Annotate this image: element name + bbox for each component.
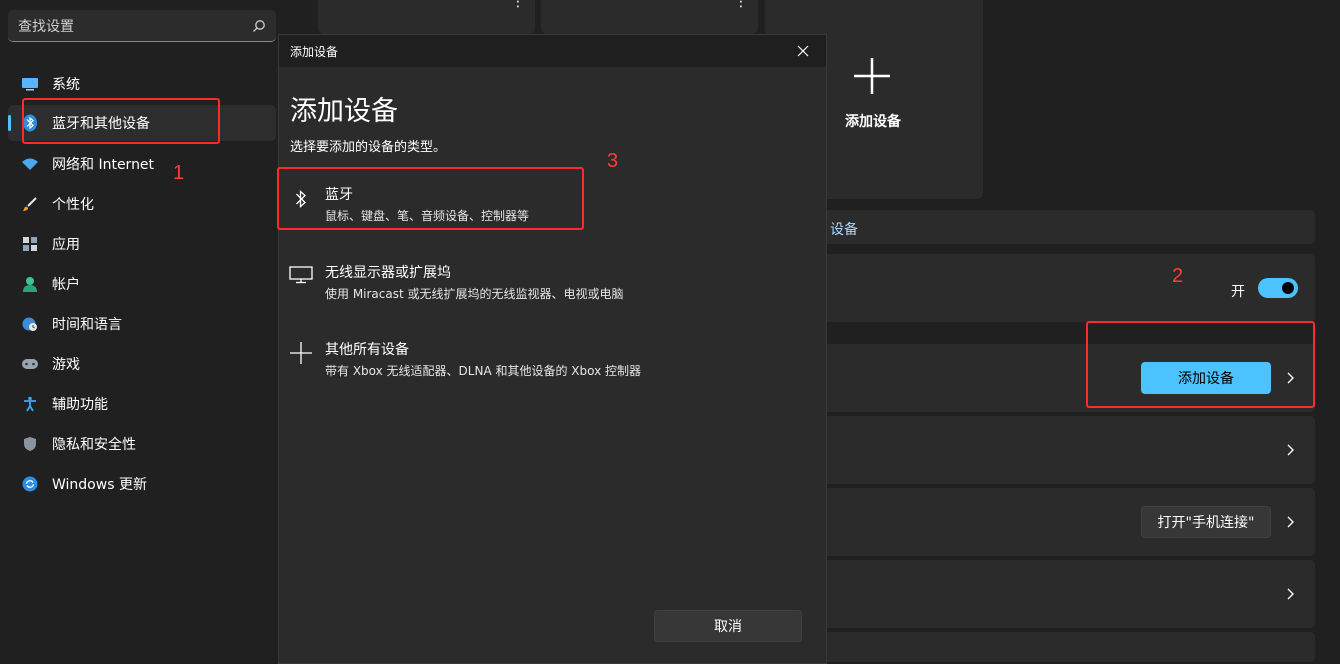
phone-link-row[interactable]: 打开"手机连接" bbox=[790, 488, 1315, 556]
dialog-window-title: 添加设备 bbox=[290, 45, 339, 59]
sidebar-item-label: 隐私和安全性 bbox=[52, 437, 136, 453]
search-input[interactable]: 查找设置 bbox=[18, 16, 252, 36]
sidebar-item-label: 应用 bbox=[52, 237, 80, 253]
brush-icon bbox=[20, 194, 40, 214]
add-device-dialog: 添加设备 添加设备 选择要添加的设备的类型。 蓝牙 鼠标、键盘、笔、音频设备、控… bbox=[278, 34, 827, 664]
dialog-subtitle: 选择要添加的设备的类型。 bbox=[290, 140, 447, 155]
monitor-icon bbox=[20, 74, 40, 94]
sidebar-item-label: 帐户 bbox=[52, 277, 80, 293]
option-title: 无线显示器或扩展坞 bbox=[325, 265, 451, 281]
person-icon bbox=[20, 274, 40, 294]
option-wireless-display[interactable]: 无线显示器或扩展坞 使用 Miracast 或无线扩展坞的无线监视器、电视或电脑 bbox=[279, 250, 826, 310]
highlight-box-step3 bbox=[277, 167, 584, 230]
settings-row[interactable] bbox=[790, 632, 1315, 662]
option-description: 带有 Xbox 无线适配器、DLNA 和其他设备的 Xbox 控制器 bbox=[325, 364, 642, 378]
active-indicator bbox=[8, 115, 11, 131]
apps-icon bbox=[20, 234, 40, 254]
step-label-1: 1 bbox=[173, 162, 185, 184]
option-title: 其他所有设备 bbox=[325, 342, 409, 358]
option-description: 使用 Miracast 或无线扩展坞的无线监视器、电视或电脑 bbox=[325, 287, 624, 301]
sidebar-item-apps[interactable]: 应用 bbox=[8, 226, 276, 262]
option-other-devices[interactable]: 其他所有设备 带有 Xbox 无线适配器、DLNA 和其他设备的 Xbox 控制… bbox=[279, 327, 826, 387]
device-card[interactable]: ⋮ bbox=[541, 0, 758, 34]
add-device-tile-label: 添加设备 bbox=[845, 114, 901, 130]
search-box[interactable]: 查找设置 bbox=[8, 10, 276, 42]
step-label-3: 3 bbox=[607, 150, 619, 172]
sidebar-item-label: 网络和 Internet bbox=[52, 157, 155, 173]
wifi-icon bbox=[20, 154, 40, 174]
chevron-right-icon[interactable] bbox=[1283, 515, 1297, 529]
open-phone-link-button[interactable]: 打开"手机连接" bbox=[1141, 506, 1271, 538]
toggle-state-label: 开 bbox=[1231, 284, 1245, 300]
chevron-right-icon[interactable] bbox=[1283, 443, 1297, 457]
sidebar-item-personalization[interactable]: 个性化 bbox=[8, 186, 276, 222]
dialog-heading: 添加设备 bbox=[290, 96, 398, 127]
more-options-icon[interactable]: ⋮ bbox=[734, 0, 748, 9]
accessibility-icon bbox=[20, 394, 40, 414]
step-label-2: 2 bbox=[1172, 265, 1184, 287]
sidebar-item-windows-update[interactable]: Windows 更新 bbox=[8, 466, 276, 502]
sidebar-item-time-language[interactable]: 时间和语言 bbox=[8, 306, 276, 342]
sidebar-item-label: 系统 bbox=[52, 77, 80, 93]
display-icon bbox=[289, 266, 313, 284]
search-icon bbox=[253, 19, 265, 32]
shield-icon bbox=[20, 434, 40, 454]
highlight-box-step1 bbox=[22, 98, 220, 144]
sidebar-item-privacy[interactable]: 隐私和安全性 bbox=[8, 426, 276, 462]
sidebar-item-system[interactable]: 系统 bbox=[8, 66, 276, 102]
plus-icon bbox=[854, 58, 890, 94]
sidebar-item-accounts[interactable]: 帐户 bbox=[8, 266, 276, 302]
sidebar-item-label: 个性化 bbox=[52, 197, 94, 213]
cancel-button[interactable]: 取消 bbox=[654, 610, 802, 642]
chevron-right-icon[interactable] bbox=[1283, 587, 1297, 601]
highlight-box-step2 bbox=[1086, 321, 1315, 408]
update-icon bbox=[20, 474, 40, 494]
more-options-icon[interactable]: ⋮ bbox=[511, 0, 525, 9]
settings-row[interactable] bbox=[790, 560, 1315, 628]
toggle-knob bbox=[1282, 282, 1294, 294]
section-link-partial[interactable]: 设备 bbox=[830, 219, 858, 239]
sidebar-item-label: 辅助功能 bbox=[52, 397, 108, 413]
plus-icon bbox=[290, 342, 312, 364]
sidebar-item-label: 时间和语言 bbox=[52, 317, 122, 333]
sidebar-item-network[interactable]: 网络和 Internet bbox=[8, 146, 276, 182]
gamepad-icon bbox=[20, 354, 40, 374]
globe-clock-icon bbox=[20, 314, 40, 334]
dialog-title-bar[interactable]: 添加设备 bbox=[279, 35, 826, 67]
sidebar-item-gaming[interactable]: 游戏 bbox=[8, 346, 276, 382]
option-text: 无线显示器或扩展坞 使用 Miracast 或无线扩展坞的无线监视器、电视或电脑 bbox=[325, 262, 624, 302]
settings-row[interactable]: 设备 bbox=[790, 210, 1315, 244]
device-card[interactable]: ⋮ bbox=[318, 0, 535, 34]
sidebar-item-label: 游戏 bbox=[52, 357, 80, 373]
sidebar-item-accessibility[interactable]: 辅助功能 bbox=[8, 386, 276, 422]
settings-row[interactable] bbox=[790, 416, 1315, 484]
bluetooth-toggle[interactable] bbox=[1258, 278, 1298, 298]
close-icon[interactable] bbox=[797, 45, 809, 57]
sidebar-item-label: Windows 更新 bbox=[52, 477, 147, 493]
option-text: 其他所有设备 带有 Xbox 无线适配器、DLNA 和其他设备的 Xbox 控制… bbox=[325, 339, 641, 379]
bluetooth-toggle-row[interactable]: 开 bbox=[790, 254, 1315, 322]
